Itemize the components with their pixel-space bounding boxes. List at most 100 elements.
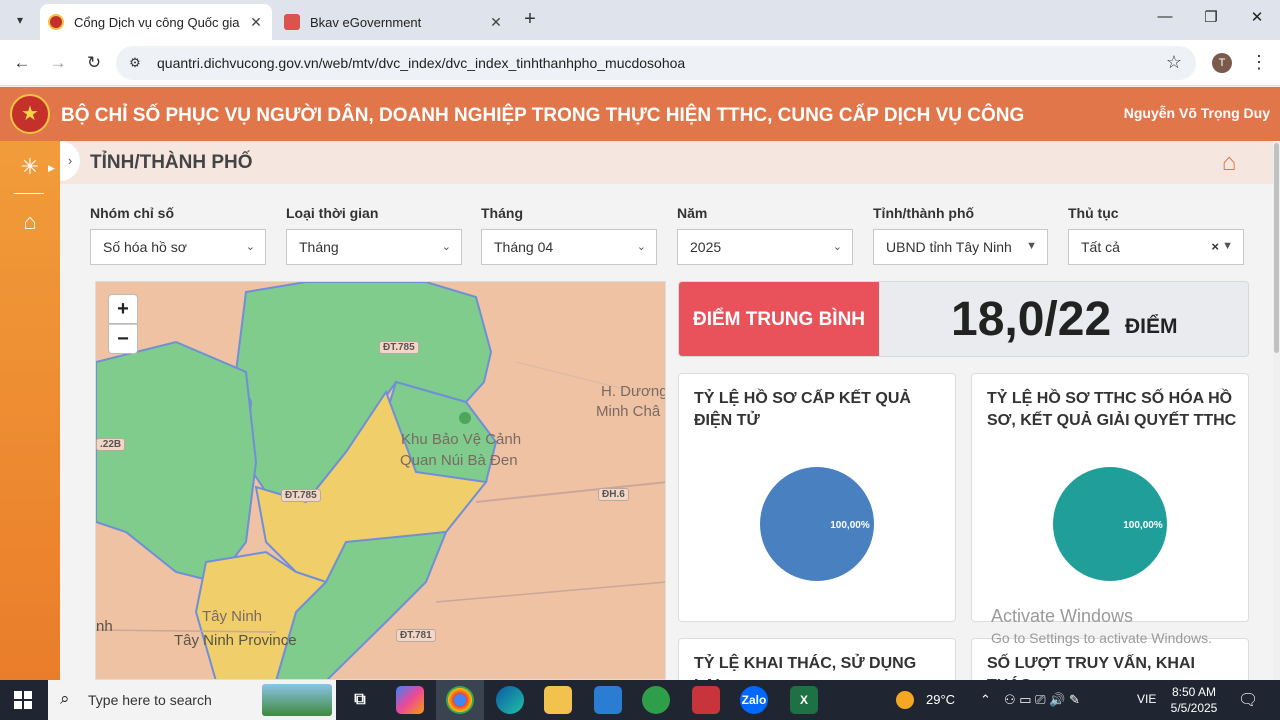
- user-name[interactable]: Nguyễn Võ Trọng Duy: [1124, 105, 1270, 121]
- filter-tinh-thanh-pho-select[interactable]: UBND tỉnh Tây Ninh ▼: [873, 229, 1048, 265]
- zalo-icon[interactable]: Zalo: [740, 686, 768, 714]
- browser-tab-bar: ▾ Cổng Dịch vụ công Quốc gia ✕ Bkav eGov…: [0, 0, 1280, 40]
- road-label-dh6: ĐH.6: [598, 488, 629, 501]
- filter-label-thang: Tháng: [481, 205, 523, 221]
- vietnam-emblem-icon: [48, 14, 64, 30]
- restore-icon[interactable]: ❐: [1196, 8, 1226, 32]
- road-label-dt781: ĐT.781: [396, 629, 436, 642]
- province-map[interactable]: + − H. Dương Minh Châ Khu Bảo Vệ Cảnh Qu…: [95, 281, 666, 680]
- chevron-down-icon: ⌄: [441, 241, 451, 253]
- bookmark-star-icon[interactable]: ☆: [1166, 52, 1182, 73]
- reload-icon[interactable]: ↻: [81, 50, 107, 76]
- select-value: UBND tỉnh Tây Ninh: [886, 239, 1012, 255]
- average-score-value: 18,0/22: [951, 293, 1112, 346]
- chevron-down-icon: ⌄: [636, 241, 646, 253]
- caret-down-icon: ▼: [1222, 240, 1233, 252]
- tray-icons[interactable]: ⚇ ▭ ⎚ 🔊 ✎: [1004, 692, 1080, 708]
- close-tab-icon[interactable]: ✕: [486, 14, 506, 31]
- sidebar-home-icon[interactable]: ⌂: [16, 208, 44, 236]
- clock-date: 5/5/2025: [1170, 701, 1218, 715]
- caret-down-icon: ▼: [1026, 240, 1037, 252]
- sidebar-expand-arrow-icon[interactable]: ▶: [48, 163, 55, 174]
- select-value: 2025: [690, 239, 722, 255]
- filter-thang-select[interactable]: Tháng 04 ⌄: [481, 229, 657, 265]
- input-language[interactable]: VIE: [1137, 692, 1156, 706]
- home-icon[interactable]: ⌂: [1215, 149, 1243, 176]
- store-icon[interactable]: [594, 686, 622, 714]
- windows-taskbar: ⌕ Type here to search ⧉ Zalo X 29°C ⌃ ⚇ …: [0, 680, 1280, 720]
- pie-chart-ket-qua-dien-tu[interactable]: 100,00%: [758, 465, 878, 585]
- filter-label-nam: Năm: [677, 205, 708, 221]
- windows-start-icon[interactable]: [14, 691, 32, 709]
- zoom-out-button[interactable]: −: [108, 324, 138, 354]
- filter-label-loai-thoi-gian: Loại thời gian: [286, 205, 379, 221]
- red-app-icon[interactable]: [692, 686, 720, 714]
- zoom-in-button[interactable]: +: [108, 294, 138, 324]
- select-value: Số hóa hồ sơ: [103, 239, 187, 255]
- address-bar[interactable]: ⚙ quantri.dichvucong.gov.vn/web/mtv/dvc_…: [116, 46, 1196, 80]
- close-window-icon[interactable]: ✕: [1242, 8, 1272, 32]
- address-toolbar: ← → ↻ ⚙ quantri.dichvucong.gov.vn/web/mt…: [0, 40, 1280, 86]
- scrollbar-thumb[interactable]: [1274, 143, 1279, 353]
- filter-label-tinh-thanh-pho: Tỉnh/thành phố: [873, 205, 975, 221]
- select-value: Tất cả: [1081, 239, 1120, 255]
- pie-label: 100,00%: [830, 520, 870, 531]
- tab-search-menu-icon[interactable]: ▾: [6, 7, 34, 33]
- sidebar: ✳ ▶ ⌂: [0, 141, 60, 680]
- site-header: ★ BỘ CHỈ SỐ PHỤC VỤ NGƯỜI DÂN, DOANH NGH…: [0, 87, 1280, 141]
- average-score-label: ĐIỂM TRUNG BÌNH: [679, 282, 879, 356]
- tab-cong-dich-vu-cong[interactable]: Cổng Dịch vụ công Quốc gia ✕: [40, 4, 272, 40]
- sidebar-divider: [14, 193, 44, 194]
- site-info-icon[interactable]: ⚙: [126, 54, 144, 72]
- weather-temp[interactable]: 29°C: [926, 692, 955, 707]
- filter-thu-tuc-select[interactable]: Tất cả × ▼: [1068, 229, 1244, 265]
- chevron-down-icon: ⌄: [245, 241, 255, 253]
- page-scrollbar[interactable]: [1273, 141, 1280, 680]
- card-so-hoa-ho-so: TỶ LỆ HỒ SƠ TTHC SỐ HÓA HỒ SƠ, KẾT QUẢ G…: [971, 373, 1249, 622]
- national-emblem-icon: ★: [10, 94, 50, 134]
- minimize-icon[interactable]: —: [1150, 8, 1180, 32]
- activate-windows-subtitle: Go to Settings to activate Windows.: [991, 630, 1212, 646]
- url-text[interactable]: quantri.dichvucong.gov.vn/web/mtv/dvc_in…: [157, 55, 685, 71]
- network-nodes-icon[interactable]: ✳: [16, 153, 44, 181]
- edge-icon[interactable]: [496, 686, 524, 714]
- search-icon: ⌕: [60, 689, 70, 708]
- road-label-dt785-central: ĐT.785: [281, 489, 321, 502]
- browser-menu-icon[interactable]: ⋮: [1250, 52, 1268, 73]
- page-title: TỈNH/THÀNH PHỐ: [90, 152, 253, 173]
- weather-sun-icon[interactable]: [896, 691, 914, 709]
- filter-label-thu-tuc: Thủ tục: [1068, 205, 1119, 221]
- taskbar-search-box[interactable]: ⌕ Type here to search: [48, 680, 336, 720]
- map-label-park-2: Quan Núi Bà Đen: [400, 452, 518, 469]
- chrome-icon[interactable]: [446, 686, 474, 714]
- profile-avatar[interactable]: T: [1212, 53, 1232, 73]
- task-view-icon[interactable]: ⧉: [346, 686, 374, 714]
- filter-nhom-chi-so-select[interactable]: Số hóa hồ sơ ⌄: [90, 229, 266, 265]
- sidebar-toggle-chevron-icon[interactable]: ›: [60, 141, 80, 181]
- road-label-dt785-north: ĐT.785: [379, 341, 419, 354]
- show-hidden-icons-icon[interactable]: ⌃: [980, 692, 991, 708]
- green-app-icon[interactable]: [642, 686, 670, 714]
- select-value: Tháng: [299, 239, 339, 255]
- notifications-icon[interactable]: 🗨: [1238, 690, 1258, 710]
- search-placeholder: Type here to search: [88, 692, 212, 708]
- close-tab-icon[interactable]: ✕: [246, 14, 266, 31]
- page-title-bar: › TỈNH/THÀNH PHỐ ⌂: [60, 141, 1273, 184]
- copilot-icon[interactable]: [396, 686, 424, 714]
- tab-bkav-egovernment[interactable]: Bkav eGovernment ✕: [276, 4, 512, 40]
- tab-title: Cổng Dịch vụ công Quốc gia: [74, 14, 240, 30]
- back-arrow-icon[interactable]: ←: [9, 50, 35, 76]
- card-ket-qua-dien-tu: TỶ LỆ HỒ SƠ CẤP KẾT QUẢ ĐIỆN TỬ 100,00%: [678, 373, 956, 622]
- filter-nam-select[interactable]: 2025 ⌄: [677, 229, 853, 265]
- excel-icon[interactable]: X: [790, 686, 818, 714]
- map-label-park-1: Khu Bảo Vệ Cảnh: [401, 431, 522, 448]
- filter-loai-thoi-gian-select[interactable]: Tháng ⌄: [286, 229, 462, 265]
- pie-chart-so-hoa-ho-so[interactable]: 100,00%: [1051, 465, 1171, 585]
- district-green-west: [96, 340, 258, 584]
- taskbar-clock[interactable]: 8:50 AM 5/5/2025: [1158, 684, 1230, 716]
- file-explorer-icon[interactable]: [544, 686, 572, 714]
- forward-arrow-icon[interactable]: →: [45, 50, 71, 76]
- clear-selection-icon[interactable]: ×: [1211, 239, 1219, 254]
- bkav-shield-icon: [284, 14, 300, 30]
- new-tab-plus-icon[interactable]: +: [518, 8, 542, 32]
